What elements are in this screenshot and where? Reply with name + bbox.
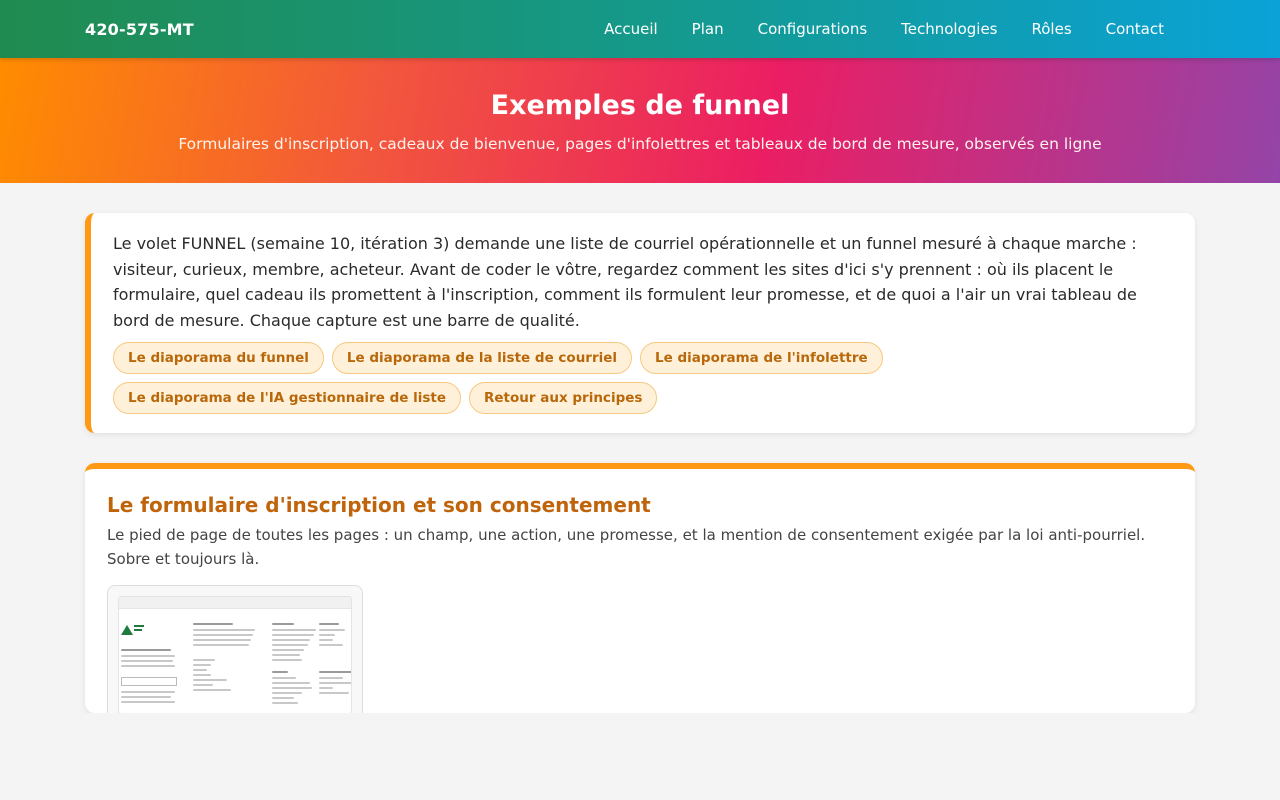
link-funnel-slides[interactable]: Le diaporama du funnel [113, 342, 324, 374]
nav-link-plan[interactable]: Plan [675, 20, 741, 38]
section-title: Le formulaire d'inscription et son conse… [107, 493, 651, 517]
link-ai-list-manager-slides[interactable]: Le diaporama de l'IA gestionnaire de lis… [113, 382, 461, 414]
nav-link-configurations[interactable]: Configurations [741, 20, 885, 38]
site-brand[interactable]: 420-575-MT [85, 20, 194, 39]
page-bottom-area [0, 713, 1280, 800]
top-navbar: 420-575-MT Accueil Plan Configurations T… [0, 0, 1280, 58]
link-email-list-slides[interactable]: Le diaporama de la liste de courriel [331, 342, 633, 374]
hero-banner: Exemples de funnel Formulaires d'inscrip… [0, 58, 1280, 183]
nav-link-roles[interactable]: Rôles [1015, 20, 1089, 38]
page-subtitle: Formulaires d'inscription, cadeaux de bi… [178, 135, 1102, 153]
screenshot-image [118, 596, 352, 713]
nav-link-accueil[interactable]: Accueil [587, 20, 675, 38]
signup-form-section: Le formulaire d'inscription et son conse… [85, 463, 1195, 713]
link-newsletter-slides[interactable]: Le diaporama de l'infolettre [640, 342, 883, 374]
screenshot-thumbnail[interactable] [107, 585, 363, 713]
nav-link-technologies[interactable]: Technologies [884, 20, 1014, 38]
mountain-logo-icon [121, 625, 144, 635]
link-back-to-principles[interactable]: Retour aux principes [469, 382, 658, 414]
intro-text: Le volet FUNNEL (semaine 10, itération 3… [113, 234, 1137, 330]
nav-link-contact[interactable]: Contact [1089, 20, 1181, 38]
page-title: Exemples de funnel [490, 90, 790, 121]
section-description: Le pied de page de toutes les pages : un… [107, 526, 1146, 568]
intro-links: Le diaporama du funnel Le diaporama de l… [113, 342, 1173, 414]
main-nav: Accueil Plan Configurations Technologies… [587, 20, 1181, 38]
intro-card: Le volet FUNNEL (semaine 10, itération 3… [85, 213, 1195, 433]
